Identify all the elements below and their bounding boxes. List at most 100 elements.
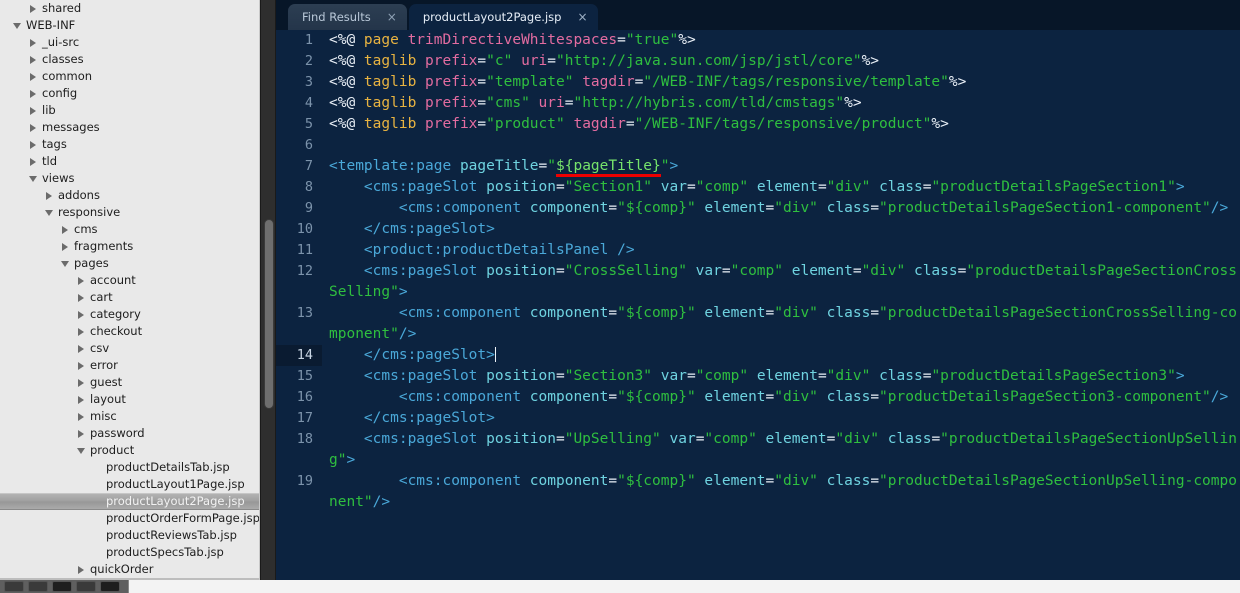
code-line-text[interactable]: <cms:component component="${comp}" eleme… bbox=[322, 471, 1240, 513]
tree-item[interactable]: layout bbox=[0, 391, 259, 408]
chevron-down-icon[interactable] bbox=[76, 445, 87, 456]
taskbar-field[interactable] bbox=[128, 580, 1240, 593]
chevron-right-icon[interactable] bbox=[76, 411, 87, 422]
code-line[interactable]: 7 <template:page pageTitle="${pageTitle}"… bbox=[276, 156, 1240, 177]
editor-tab-bar[interactable]: Find Results × productLayout2Page.jsp × bbox=[276, 0, 1240, 34]
file-tree[interactable]: shared WEB-INF _ui-src classes common config l… bbox=[0, 0, 259, 578]
code-line[interactable]: 4 <%@ taglib prefix="cms" uri="http://hyb… bbox=[276, 93, 1240, 114]
chevron-right-icon[interactable] bbox=[60, 224, 71, 235]
code-line-text[interactable]: <cms:pageSlot position="Section3" var="c… bbox=[322, 366, 1240, 387]
chevron-down-icon[interactable] bbox=[44, 207, 55, 218]
chevron-down-icon[interactable] bbox=[12, 20, 23, 31]
tree-item[interactable]: shared bbox=[0, 0, 259, 17]
os-taskbar[interactable] bbox=[0, 580, 1240, 593]
code-line[interactable]: 13 <cms:component component="${comp}" el… bbox=[276, 303, 1240, 345]
code-line-text[interactable]: <%@ taglib prefix="cms" uri="http://hybr… bbox=[322, 93, 1240, 114]
code-line[interactable]: 14 </cms:pageSlot> bbox=[276, 345, 1240, 366]
close-icon[interactable]: × bbox=[577, 11, 587, 23]
chevron-right-icon[interactable] bbox=[28, 105, 39, 116]
tree-item[interactable]: _ui-src bbox=[0, 34, 259, 51]
chevron-right-icon[interactable] bbox=[28, 156, 39, 167]
code-line-text[interactable]: <%@ taglib prefix="product" tagdir="/WEB… bbox=[322, 114, 1240, 135]
code-line[interactable]: 9 <cms:component component="${comp}" ele… bbox=[276, 198, 1240, 219]
code-line[interactable]: 18 <cms:pageSlot position="UpSelling" va… bbox=[276, 429, 1240, 471]
code-line[interactable]: 10 </cms:pageSlot> bbox=[276, 219, 1240, 240]
tree-item[interactable]: tld bbox=[0, 153, 259, 170]
tree-item[interactable]: addons bbox=[0, 187, 259, 204]
code-line[interactable]: 12 <cms:pageSlot position="CrossSelling"… bbox=[276, 261, 1240, 303]
tree-item[interactable]: csv bbox=[0, 340, 259, 357]
code-line[interactable]: 8 <cms:pageSlot position="Section1" var=… bbox=[276, 177, 1240, 198]
chevron-down-icon[interactable] bbox=[60, 258, 71, 269]
tree-item[interactable]: config bbox=[0, 85, 259, 102]
taskbar-button[interactable] bbox=[4, 581, 24, 592]
editor-tab[interactable]: Find Results × bbox=[288, 4, 407, 30]
code-line[interactable]: 1 <%@ page trimDirectiveWhitespaces="true… bbox=[276, 30, 1240, 51]
code-line-text[interactable]: <cms:component component="${comp}" eleme… bbox=[322, 303, 1240, 345]
chevron-right-icon[interactable] bbox=[28, 3, 39, 14]
code-line-text[interactable]: <cms:pageSlot position="UpSelling" var="… bbox=[322, 429, 1240, 471]
code-line[interactable]: 11 <product:productDetailsPanel /> bbox=[276, 240, 1240, 261]
taskbar-buttons[interactable] bbox=[0, 581, 120, 592]
code-line-text[interactable]: <cms:pageSlot position="CrossSelling" va… bbox=[322, 261, 1240, 303]
code-line[interactable]: 15 <cms:pageSlot position="Section3" var… bbox=[276, 366, 1240, 387]
tree-item[interactable]: productLayout1Page.jsp bbox=[0, 476, 259, 493]
code-line-text[interactable]: </cms:pageSlot> bbox=[322, 408, 1240, 429]
chevron-right-icon[interactable] bbox=[28, 54, 39, 65]
code-line-text[interactable]: <%@ taglib prefix="c" uri="http://java.s… bbox=[322, 51, 1240, 72]
chevron-right-icon[interactable] bbox=[76, 275, 87, 286]
close-icon[interactable]: × bbox=[387, 11, 397, 23]
tree-item[interactable]: productReviewsTab.jsp bbox=[0, 527, 259, 544]
taskbar-button[interactable] bbox=[76, 581, 96, 592]
chevron-right-icon[interactable] bbox=[76, 377, 87, 388]
code-line[interactable]: 16 <cms:component component="${comp}" el… bbox=[276, 387, 1240, 408]
chevron-right-icon[interactable] bbox=[28, 88, 39, 99]
tree-item[interactable]: quickOrder bbox=[0, 561, 259, 578]
tree-item[interactable]: misc bbox=[0, 408, 259, 425]
chevron-right-icon[interactable] bbox=[76, 360, 87, 371]
tree-item[interactable]: category bbox=[0, 306, 259, 323]
code-line-text[interactable]: <%@ page trimDirectiveWhitespaces="true"… bbox=[322, 30, 1240, 51]
code-line[interactable]: 19 <cms:component component="${comp}" el… bbox=[276, 471, 1240, 513]
project-explorer-sidebar[interactable]: shared WEB-INF _ui-src classes common config l… bbox=[0, 0, 260, 593]
tree-item[interactable]: password bbox=[0, 425, 259, 442]
editor-tab-active[interactable]: productLayout2Page.jsp × bbox=[408, 4, 598, 34]
tree-item[interactable]: fragments bbox=[0, 238, 259, 255]
code-line[interactable]: 2 <%@ taglib prefix="c" uri="http://java.… bbox=[276, 51, 1240, 72]
chevron-right-icon[interactable] bbox=[76, 292, 87, 303]
tree-item[interactable]: responsive bbox=[0, 204, 259, 221]
code-line-text[interactable]: </cms:pageSlot> bbox=[322, 219, 1240, 240]
code-line[interactable]: 3 <%@ taglib prefix="template" tagdir="/W… bbox=[276, 72, 1240, 93]
chevron-right-icon[interactable] bbox=[76, 309, 87, 320]
code-content[interactable]: 1 <%@ page trimDirectiveWhitespaces="true… bbox=[276, 30, 1240, 583]
tree-item[interactable]: cart bbox=[0, 289, 259, 306]
tree-item[interactable]: account bbox=[0, 272, 259, 289]
code-line-text[interactable]: <cms:component component="${comp}" eleme… bbox=[322, 198, 1240, 219]
code-line-text[interactable]: <cms:component component="${comp}" eleme… bbox=[322, 387, 1240, 408]
code-line-text[interactable]: <cms:pageSlot position="Section1" var="c… bbox=[322, 177, 1240, 198]
tree-item[interactable]: productDetailsTab.jsp bbox=[0, 459, 259, 476]
chevron-right-icon[interactable] bbox=[44, 190, 55, 201]
tree-item[interactable]: productOrderFormPage.jsp bbox=[0, 510, 259, 527]
tree-item[interactable]: productSpecsTab.jsp bbox=[0, 544, 259, 561]
chevron-right-icon[interactable] bbox=[76, 428, 87, 439]
chevron-right-icon[interactable] bbox=[28, 37, 39, 48]
code-line[interactable]: 5 <%@ taglib prefix="product" tagdir="/WE… bbox=[276, 114, 1240, 135]
code-line-text[interactable]: <%@ taglib prefix="template" tagdir="/WE… bbox=[322, 72, 1240, 93]
code-line-text[interactable]: <product:productDetailsPanel /> bbox=[322, 240, 1240, 261]
chevron-down-icon[interactable] bbox=[28, 173, 39, 184]
chevron-right-icon[interactable] bbox=[28, 139, 39, 150]
chevron-right-icon[interactable] bbox=[76, 394, 87, 405]
chevron-right-icon[interactable] bbox=[28, 71, 39, 82]
tree-item[interactable]: guest bbox=[0, 374, 259, 391]
taskbar-button[interactable] bbox=[28, 581, 48, 592]
code-line-text[interactable] bbox=[322, 135, 1240, 156]
tree-item[interactable]: error bbox=[0, 357, 259, 374]
tree-item[interactable]: pages bbox=[0, 255, 259, 272]
tree-item[interactable]: lib bbox=[0, 102, 259, 119]
tree-item[interactable]: classes bbox=[0, 51, 259, 68]
tree-item[interactable]: product bbox=[0, 442, 259, 459]
tree-item[interactable]: tags bbox=[0, 136, 259, 153]
tree-item[interactable]: checkout bbox=[0, 323, 259, 340]
tree-item[interactable]: WEB-INF bbox=[0, 17, 259, 34]
